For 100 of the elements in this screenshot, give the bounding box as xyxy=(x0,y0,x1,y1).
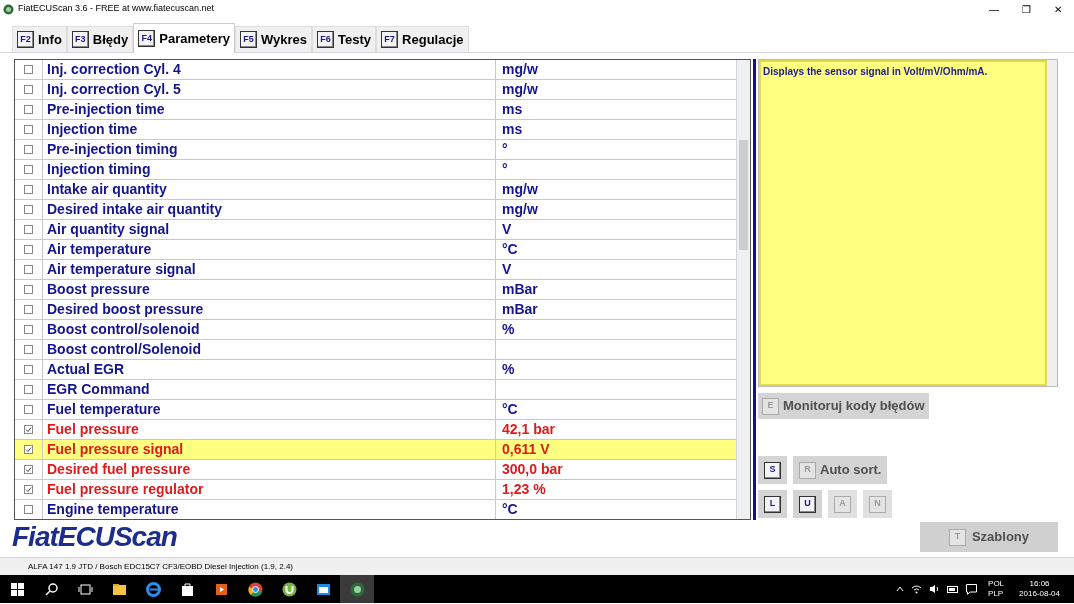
parameter-name: Engine temperature xyxy=(43,500,496,519)
checkbox[interactable] xyxy=(24,225,33,234)
checkbox[interactable] xyxy=(24,185,33,194)
table-row[interactable]: Pre-injection timing ° xyxy=(15,140,736,160)
parameter-name: Air temperature signal xyxy=(43,260,496,279)
table-row[interactable]: Fuel temperature °C xyxy=(15,400,736,420)
checkbox[interactable] xyxy=(24,245,33,254)
parameter-value: ms xyxy=(501,100,524,119)
tab[interactable]: F3 Błędy xyxy=(66,26,134,52)
checkbox[interactable] xyxy=(24,445,33,454)
parameter-value: ° xyxy=(501,160,509,179)
table-row[interactable]: Air temperature °C xyxy=(15,240,736,260)
checkbox[interactable] xyxy=(24,305,33,314)
table-row[interactable]: Boost control/Solenoid xyxy=(15,340,736,360)
table-row[interactable]: Desired intake air quantity mg/w xyxy=(15,200,736,220)
key-label: A xyxy=(834,495,851,513)
tab[interactable]: F4 Parametery xyxy=(133,23,236,53)
caret-icon[interactable] xyxy=(896,586,905,592)
table-row[interactable]: Injection timing ° xyxy=(15,160,736,180)
monitor-codes-button[interactable]: E Monitoruj kody błędów xyxy=(758,393,929,419)
table-row[interactable]: Injection time ms xyxy=(15,120,736,140)
table-row[interactable]: Pre-injection time ms xyxy=(15,100,736,120)
checkbox[interactable] xyxy=(24,325,33,334)
table-row[interactable]: Boost pressure mBar xyxy=(15,280,736,300)
tab[interactable]: F5 Wykres xyxy=(235,26,313,52)
checkbox[interactable] xyxy=(24,205,33,214)
parameter-value: °C xyxy=(501,500,519,519)
checkbox[interactable] xyxy=(24,505,33,514)
parameter-name: Boost control/solenoid xyxy=(43,320,496,339)
parameter-value: 42,1 bar xyxy=(501,420,556,439)
sort-button[interactable]: R Auto sort. xyxy=(793,456,888,484)
battery-icon[interactable] xyxy=(947,585,960,593)
checkbox[interactable] xyxy=(24,165,33,174)
scrollbar[interactable] xyxy=(1047,60,1057,386)
clock-date[interactable]: 2016-08-04 xyxy=(1019,589,1060,599)
checkbox[interactable] xyxy=(24,85,33,94)
parameter-name: Pre-injection timing xyxy=(43,140,496,159)
description-text: Displays the sensor signal in Volt/mV/Ohm/mA. xyxy=(759,60,1047,386)
parameter-name: Actual EGR xyxy=(43,360,496,379)
checkbox[interactable] xyxy=(24,465,33,474)
key-button[interactable]: L xyxy=(758,490,787,518)
maximize-button[interactable]: ❐ xyxy=(1010,0,1042,18)
edge-icon[interactable] xyxy=(143,579,163,599)
parameter-name: Inj. correction Cyl. 5 xyxy=(43,80,496,99)
parameter-name: Fuel pressure regulator xyxy=(43,480,496,499)
key-label: F4 xyxy=(138,30,156,47)
scrollbar[interactable] xyxy=(736,60,750,519)
key-button[interactable]: S xyxy=(758,456,787,484)
tab[interactable]: F2 Info xyxy=(12,26,67,52)
parameter-value: V xyxy=(501,220,513,239)
checkbox[interactable] xyxy=(24,265,33,274)
checkbox[interactable] xyxy=(24,65,33,74)
table-row[interactable]: Desired fuel pressure 300,0 bar xyxy=(15,460,736,480)
checkbox[interactable] xyxy=(24,405,33,414)
wifi-icon[interactable] xyxy=(911,584,923,594)
close-button[interactable]: ✕ xyxy=(1042,0,1074,18)
checkbox[interactable] xyxy=(24,385,33,394)
minimize-button[interactable]: — xyxy=(978,0,1010,18)
table-row[interactable]: Intake air quantity mg/w xyxy=(15,180,736,200)
notification-icon[interactable] xyxy=(966,583,978,595)
clock-time[interactable]: 16:06 xyxy=(1029,579,1050,589)
parameter-value: °C xyxy=(501,240,519,259)
parameter-name: Fuel pressure signal xyxy=(43,440,496,459)
volume-icon[interactable] xyxy=(929,584,941,594)
checkbox[interactable] xyxy=(24,365,33,374)
checkbox[interactable] xyxy=(24,345,33,354)
layout-text[interactable]: PLP xyxy=(988,589,1005,599)
parameter-value: 1,23 % xyxy=(501,480,547,499)
table-row[interactable]: Boost control/solenoid % xyxy=(15,320,736,340)
tab[interactable]: F7 Regulacje xyxy=(376,26,469,52)
key-label: F3 xyxy=(71,31,89,48)
logo: FiatECUScan xyxy=(12,520,177,554)
table-row[interactable]: Desired boost pressure mBar xyxy=(15,300,736,320)
key-button[interactable]: U xyxy=(793,490,822,518)
parameter-name: EGR Command xyxy=(43,380,496,399)
checkbox[interactable] xyxy=(24,285,33,294)
table-row[interactable]: Actual EGR % xyxy=(15,360,736,380)
templates-button[interactable]: T Szablony xyxy=(920,522,1058,552)
table-row[interactable]: EGR Command xyxy=(15,380,736,400)
tab[interactable]: F6 Testy xyxy=(312,26,377,52)
key-label: F6 xyxy=(317,31,335,48)
checkbox[interactable] xyxy=(24,425,33,434)
checkbox[interactable] xyxy=(24,105,33,114)
parameter-value: mg/w xyxy=(501,80,539,99)
table-row[interactable]: Fuel pressure regulator 1,23 % xyxy=(15,480,736,500)
table-row[interactable]: Air temperature signal V xyxy=(15,260,736,280)
table-row[interactable]: Inj. correction Cyl. 4 mg/w xyxy=(15,60,736,80)
language-text[interactable]: POL xyxy=(988,579,1005,589)
table-row[interactable]: Inj. correction Cyl. 5 mg/w xyxy=(15,80,736,100)
checkbox[interactable] xyxy=(24,145,33,154)
key-label: F7 xyxy=(381,31,399,48)
table-row[interactable]: Fuel pressure 42,1 bar xyxy=(15,420,736,440)
parameter-value: ° xyxy=(501,140,509,159)
table-row[interactable]: Air quantity signal V xyxy=(15,220,736,240)
table-row[interactable]: Fuel pressure signal 0,611 V xyxy=(15,440,736,460)
key-label: F2 xyxy=(17,31,34,48)
checkbox[interactable] xyxy=(24,485,33,494)
checkbox[interactable] xyxy=(24,125,33,134)
key-label: N xyxy=(869,495,886,513)
parameter-value: % xyxy=(501,320,516,339)
